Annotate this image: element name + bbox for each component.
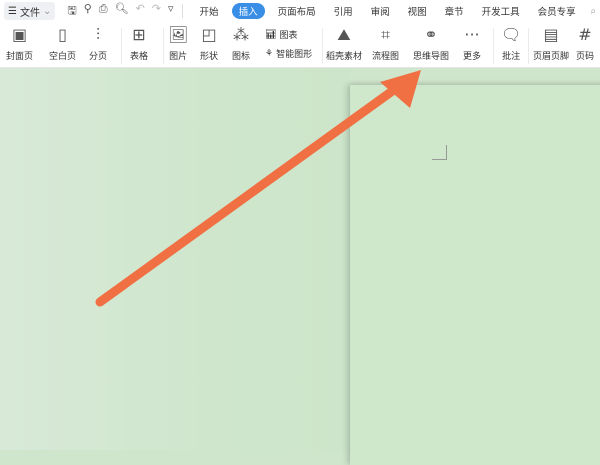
arrow-head [380,70,421,108]
arrow-shaft [95,79,407,307]
annotation-arrow [95,70,421,307]
